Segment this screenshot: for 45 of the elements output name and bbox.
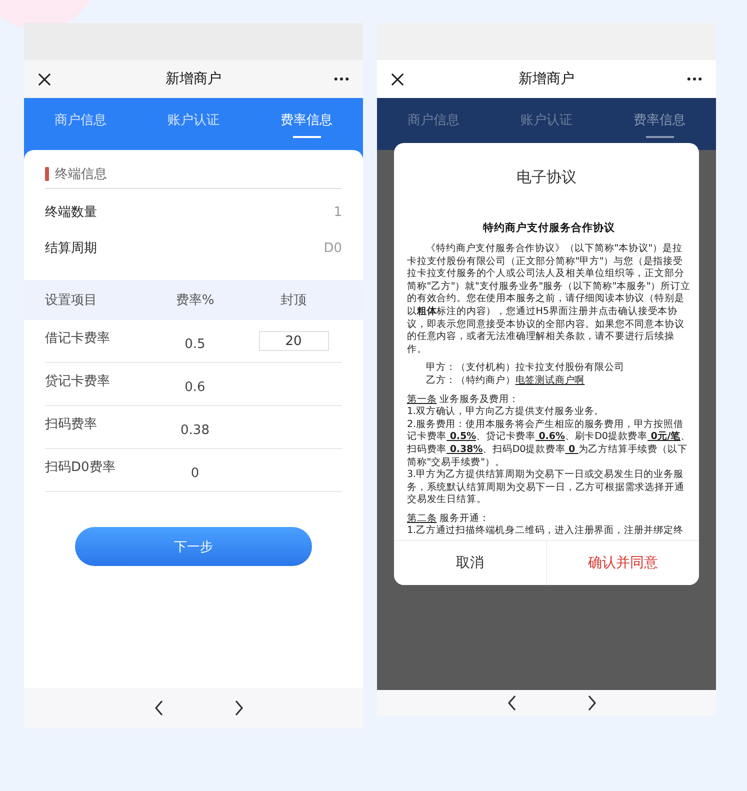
table-cell-text: 0.5: [184, 336, 206, 352]
table-cell-text: 0.38: [180, 422, 210, 438]
section-title: 终端信息: [55, 166, 107, 183]
table-cell-text: 0.6: [184, 378, 206, 394]
more-icon[interactable]: [334, 77, 349, 81]
table-cell-text: 扫码费率: [45, 416, 98, 433]
confirm-button[interactable]: 确认并同意: [546, 541, 699, 585]
page-title: 新增商户: [518, 70, 574, 88]
forward-icon[interactable]: [234, 700, 244, 716]
dialog-title: 电子协议: [516, 167, 578, 188]
field-label: 结算周期: [45, 240, 97, 257]
field-value: 1: [334, 204, 342, 220]
agreement-paragraph: 甲方：（支付机构）拉卡拉支付股份有限公司: [425, 362, 626, 375]
tab[interactable]: 费率信息: [250, 98, 363, 150]
agreement-paragraph: 《特约商户支付服务合作协议》（以下简称"本协议"）是拉卡拉支付股份有限公司（正文部分简称"甲方"）与您（是指接受拉卡拉支付服务的个人或公司法人及相关单位组织等，正文部分简称"乙方"）就"支付服务业务"服务（以下简称"本服务"）所订立的有效合约。您在使用本服务之前，请仔细阅读本协议（特别是以粗体标注的内容），您通过H5界面注册并点击确认接受本协议，即表示您同意接受本协议的全部内容。如果您不同意本协议的任意内容，或者无法准确理解相关条款，请不要进行后续操作。: [407, 243, 691, 356]
more-icon[interactable]: [687, 77, 702, 81]
agreement-paragraph: 2.服务费用：使用本服务将会产生相应的服务费用，甲方按照借记卡费率 0.5%、贷记卡费率 0.6%、刷卡D0提款费率 0元/笔、扫码费率 0.38%、扫码D0提款费率 0 为乙方结算手续费（以下简称"交易手续费"）。: [407, 418, 691, 469]
agreement-paragraph: 1.乙方通过扫描终端机身二维码，进入注册界面，注册并绑定终: [407, 525, 684, 538]
tab[interactable]: 账户认证: [137, 98, 250, 150]
close-icon[interactable]: [391, 72, 404, 86]
section-marker: [45, 167, 49, 181]
next-button[interactable]: 下一步: [75, 527, 312, 566]
close-icon[interactable]: [38, 72, 51, 86]
field-value: D0: [324, 240, 342, 256]
back-icon[interactable]: [154, 700, 164, 716]
agreement-paragraph: 第一条 业务服务及费用：: [407, 394, 520, 406]
table-cell-text: 扫码D0费率: [45, 459, 116, 476]
page-title: 新增商户: [166, 70, 222, 88]
column-header: 封顶: [280, 292, 306, 309]
column-header: 费率%: [176, 292, 214, 309]
table-cell-text: 贷记卡费率: [45, 373, 111, 390]
column-header: 设置项目: [45, 292, 98, 309]
cap-input[interactable]: 20: [258, 331, 328, 351]
forward-icon[interactable]: [586, 695, 596, 711]
back-icon[interactable]: [506, 695, 516, 711]
agreement-paragraph: 乙方：（特约商户）电签测试商户啊: [425, 374, 586, 388]
field-label: 终端数量: [45, 204, 97, 221]
agreement-paragraph: 1.双方确认，甲方向乙方提供支付服务业务。: [407, 406, 606, 419]
tab[interactable]: 商户信息: [24, 98, 137, 150]
agreement-heading: 特约商户支付服务合作协议: [482, 221, 616, 235]
table-cell-text: 借记卡费率: [45, 330, 111, 347]
agreement-paragraph: 3.甲方为乙方提供结算周期为交易下一日或交易发生日的业务服务，系统默认结算周期为交易下一日，乙方可根据需求选择开通交易发生日结算。: [407, 469, 686, 507]
tab[interactable]: 费率信息: [603, 98, 716, 150]
agreement-paragraph: 第二条 服务开通：: [407, 512, 490, 525]
table-cell-text: 0: [190, 464, 200, 480]
